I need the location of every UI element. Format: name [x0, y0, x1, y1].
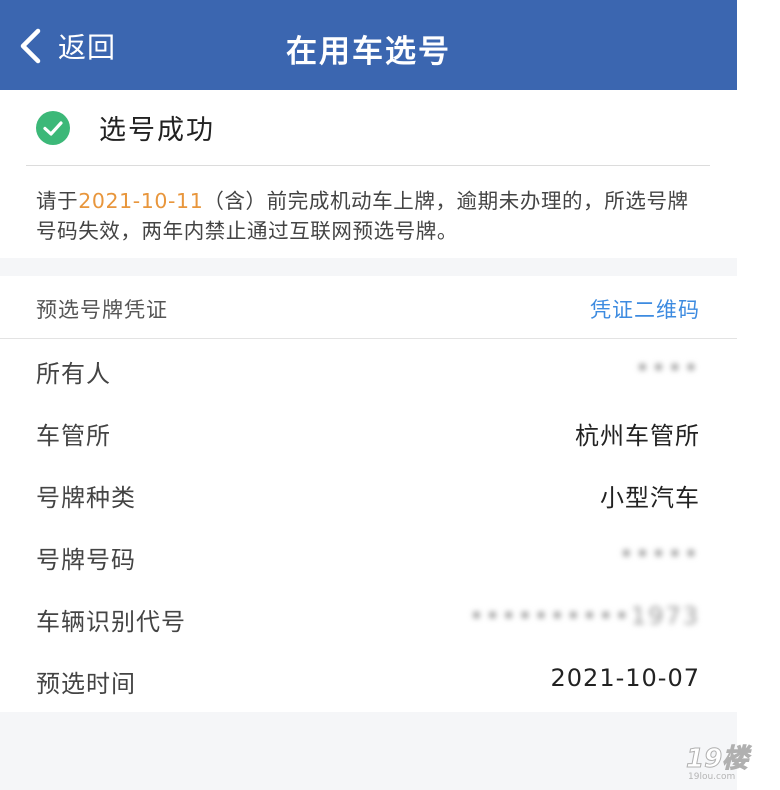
nav-header: 返回 在用车选号 [0, 0, 737, 90]
app-screen: 返回 在用车选号 选号成功 请于2021-10-11（含）前完成机动车上牌，逾期… [0, 0, 737, 790]
site-watermark-logo: 19楼 19lou.com [686, 744, 753, 783]
row-label: 号牌号码 [36, 546, 136, 574]
watermark-subtext: 19lou.com [688, 772, 735, 782]
row-label: 车管所 [36, 422, 111, 450]
deadline-notice: 请于2021-10-11（含）前完成机动车上牌，逾期未办理的，所选号牌号码失效，… [36, 186, 696, 246]
row-value: 2021-10-07 [550, 664, 700, 692]
check-circle-icon [36, 110, 70, 145]
preselect-time-row: 预选时间 2021-10-07 [0, 650, 737, 712]
plate-number-row: 号牌号码 ••••• [0, 526, 737, 588]
redacted-value: •••• [635, 354, 700, 382]
office-row: 车管所 杭州车管所 [0, 402, 737, 464]
plate-type-row: 号牌种类 小型汽车 [0, 464, 737, 526]
deadline-date: 2021-10-11 [78, 189, 204, 213]
row-value: ••••••••••1973 [469, 602, 700, 630]
redacted-value: ••••••••••1973 [469, 602, 700, 630]
row-value: 杭州车管所 [575, 422, 700, 450]
certificate-section: 预选号牌凭证 凭证二维码 所有人 •••• 车管所 杭州车管所 号牌种类 小型汽… [0, 276, 737, 712]
row-label: 车辆识别代号 [36, 608, 186, 636]
success-row: 选号成功 [26, 90, 710, 166]
owner-row: 所有人 •••• [0, 340, 737, 402]
certificate-title: 预选号牌凭证 [36, 298, 168, 322]
row-label: 所有人 [36, 360, 111, 388]
vin-row: 车辆识别代号 ••••••••••1973 [0, 588, 737, 650]
watermark-text: 19楼 [686, 744, 752, 774]
row-label: 号牌种类 [36, 484, 136, 512]
qr-code-link[interactable]: 凭证二维码 [590, 294, 700, 324]
success-section: 选号成功 请于2021-10-11（含）前完成机动车上牌，逾期未办理的，所选号牌… [0, 90, 737, 258]
redacted-value: ••••• [619, 540, 700, 568]
row-value: •••• [635, 354, 700, 382]
row-value: ••••• [619, 540, 700, 568]
row-value: 小型汽车 [600, 484, 700, 512]
certificate-header: 预选号牌凭证 凭证二维码 [0, 276, 737, 339]
row-label: 预选时间 [36, 670, 136, 698]
success-message: 选号成功 [99, 115, 215, 146]
page-title: 在用车选号 [286, 34, 451, 70]
notice-prefix: 请于 [36, 189, 79, 213]
background-strip [737, 0, 780, 790]
